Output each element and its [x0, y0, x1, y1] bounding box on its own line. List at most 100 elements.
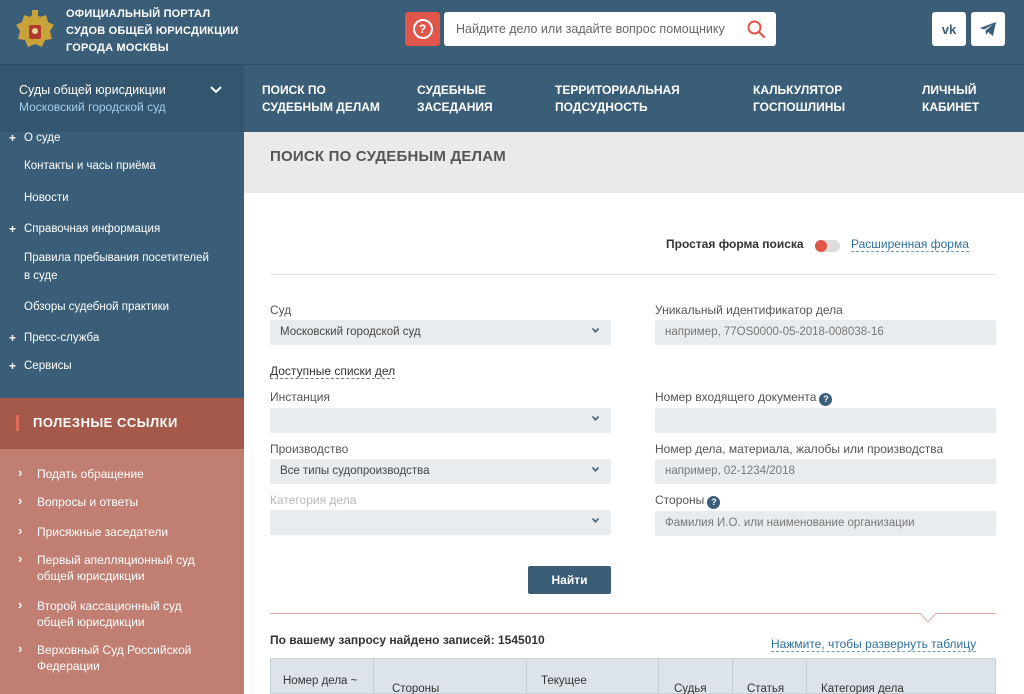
parties-input[interactable]: Фамилия И.О. или наименование организаци…: [655, 511, 996, 536]
case-number-placeholder: например, 02-1234/2018: [665, 465, 795, 477]
category-label: Категория дела: [270, 493, 357, 507]
link-second-cassation-court[interactable]: Второй кассационный суд общей юрисдикции: [18, 597, 182, 630]
vk-button[interactable]: vk: [932, 12, 966, 46]
question-icon: ?: [412, 19, 433, 39]
nav-label: госпошлины: [753, 100, 846, 114]
chevron-down-icon: [592, 328, 599, 333]
page-title: Поиск по судебным делам: [270, 148, 507, 165]
link-label: Присяжные заседатели: [37, 525, 169, 539]
simple-form-label[interactable]: Простая форма поиска: [666, 237, 804, 251]
page-header: Поиск по судебным делам: [244, 132, 1024, 193]
portal-title[interactable]: Официальный портал судов общей юрисдикци…: [66, 6, 256, 57]
link-label: общей юрисдикции: [37, 569, 145, 583]
portal-title-line: Официальный портал: [66, 8, 211, 20]
column-judge[interactable]: Судья: [659, 659, 733, 694]
court-label: Суд: [270, 303, 292, 317]
help-question-icon[interactable]: ?: [819, 393, 833, 406]
chevron-down-icon: [920, 613, 936, 623]
column-category[interactable]: Категория дела: [807, 659, 995, 694]
chevron-down-icon: [592, 518, 599, 523]
sidebar-item-about[interactable]: О суде: [9, 129, 61, 147]
search-box: [444, 12, 776, 46]
incoming-doc-input[interactable]: [655, 408, 996, 433]
column-article[interactable]: Статья: [733, 659, 807, 694]
incoming-doc-label-text: Номер входящего документа: [655, 390, 817, 404]
sidebar-item-practice-reviews[interactable]: Обзоры судебной практики: [24, 298, 169, 316]
link-label: общей юрисдикции: [37, 615, 145, 629]
link-faq[interactable]: Вопросы и ответы: [18, 493, 138, 510]
sidebar-item-label: Правила пребывания посетителей: [24, 252, 209, 264]
useful-links-title: Полезные ссылки: [33, 415, 178, 430]
link-supreme-court[interactable]: Верховный Суд Российской Федерации: [18, 641, 192, 674]
chevron-down-icon: [592, 416, 599, 421]
court-select[interactable]: Московский городской суд: [270, 320, 611, 345]
instance-label: Инстанция: [270, 390, 330, 404]
sidebar-item-reference[interactable]: Справочная информация: [9, 220, 160, 238]
courts-selector[interactable]: Суды общей юрисдикции Московский городск…: [0, 65, 244, 133]
link-submit-appeal[interactable]: Подать обращение: [18, 465, 144, 482]
case-number-label: Номер дела, материала, жалобы или произв…: [655, 442, 944, 456]
site-header: Официальный портал судов общей юрисдикци…: [0, 0, 1024, 64]
link-label: Второй кассационный суд: [37, 599, 182, 613]
chevron-down-icon: [592, 467, 599, 472]
nav-label: Личный: [922, 83, 977, 97]
uid-input[interactable]: например, 77OS0000-05-2018-008038-16: [655, 320, 996, 345]
column-parties[interactable]: Стороны: [374, 659, 527, 694]
chevron-down-icon: [210, 86, 222, 94]
extended-form-link[interactable]: Расширенная форма: [851, 237, 969, 252]
sidebar-item-news[interactable]: Новости: [24, 189, 69, 207]
nav-case-search[interactable]: Поиск по судебным делам: [262, 82, 380, 116]
column-label: Категория дела: [821, 683, 904, 694]
nav-label: заседания: [417, 100, 493, 114]
available-case-lists-link[interactable]: Доступные списки дел: [270, 364, 396, 379]
column-case-number[interactable]: Номер дела ~: [271, 659, 374, 694]
expand-table-link[interactable]: Нажмите, чтобы развернуть таблицу: [771, 637, 977, 652]
link-label: Верховный Суд Российской: [37, 643, 192, 657]
sidebar-item-label: в суде: [24, 270, 58, 282]
nav-jurisdiction[interactable]: Территориальная подсудность: [555, 82, 680, 116]
sidebar-item-press[interactable]: Пресс-служба: [9, 329, 99, 347]
results-table-header: Номер дела ~ Стороны Текущее Судья Стать…: [270, 658, 996, 694]
nav-label: подсудность: [555, 100, 648, 114]
category-select[interactable]: [270, 510, 611, 535]
nav-hearings[interactable]: Судебные заседания: [417, 82, 493, 116]
link-label: Первый апелляционный суд: [37, 553, 195, 567]
help-button[interactable]: ?: [405, 12, 440, 46]
nav-label: кабинет: [922, 100, 980, 114]
accent-bar: [16, 415, 19, 431]
uid-placeholder: например, 77OS0000-05-2018-008038-16: [665, 326, 884, 338]
production-label: Производство: [270, 442, 349, 456]
nav-fee-calculator[interactable]: Калькулятор госпошлины: [753, 82, 845, 116]
link-jurors[interactable]: Присяжные заседатели: [18, 523, 169, 540]
telegram-button[interactable]: [971, 12, 1005, 46]
sidebar-item-contacts[interactable]: Контакты и часы приёма: [24, 157, 156, 175]
link-label: Федерации: [37, 659, 100, 673]
search-input[interactable]: [444, 12, 734, 46]
nav-personal-account[interactable]: Личный кабинет: [922, 82, 979, 116]
column-current-state[interactable]: Текущее: [527, 659, 659, 694]
sidebar-item-visitor-rules[interactable]: Правила пребывания посетителей в суде: [24, 249, 209, 285]
divider: [270, 274, 996, 275]
column-label: Текущее: [541, 675, 587, 687]
courts-selector-current: Московский городской суд: [19, 100, 166, 114]
telegram-icon: [980, 22, 996, 36]
column-label: Судья: [674, 683, 707, 694]
column-label: Статья: [747, 683, 785, 694]
search-icon[interactable]: [746, 19, 766, 39]
nav-label: судебным делам: [262, 100, 380, 114]
case-number-input[interactable]: например, 02-1234/2018: [655, 459, 996, 484]
production-select[interactable]: Все типы судопроизводства: [270, 459, 611, 484]
form-mode-toggle[interactable]: [815, 240, 840, 252]
coat-of-arms-icon[interactable]: [14, 9, 56, 55]
uid-label: Уникальный идентификатор дела: [655, 303, 843, 317]
useful-links-header: Полезные ссылки: [0, 398, 244, 449]
instance-select[interactable]: [270, 408, 611, 433]
parties-placeholder: Фамилия И.О. или наименование организаци…: [665, 517, 915, 529]
results-count: По вашему запросу найдено записей: 15450…: [270, 633, 545, 647]
find-button[interactable]: Найти: [528, 566, 611, 594]
production-select-value: Все типы судопроизводства: [280, 465, 430, 477]
help-question-icon[interactable]: ?: [707, 496, 721, 509]
link-first-appeal-court[interactable]: Первый апелляционный суд общей юрисдикци…: [18, 551, 195, 584]
link-label: Подать обращение: [37, 467, 144, 481]
sidebar-item-services[interactable]: Сервисы: [9, 357, 72, 375]
